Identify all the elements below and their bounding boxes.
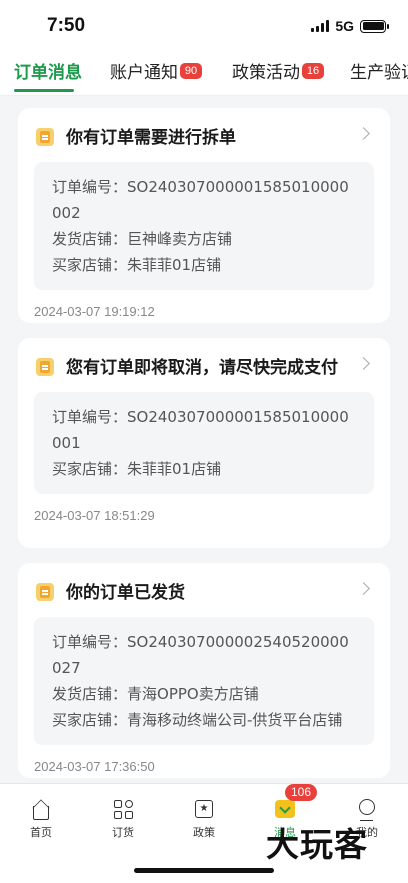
chevron-right-icon[interactable] [357, 582, 370, 595]
message-card[interactable]: 您有订单即将取消，请尽快完成支付 订单编号：SO2403070000015850… [18, 338, 390, 548]
order-number-row: 订单编号：SO240307000001585010000001 [52, 408, 349, 452]
document-icon [36, 128, 54, 146]
home-icon [30, 798, 52, 820]
buyer-store: 朱菲菲01店铺 [127, 460, 222, 478]
unread-badge: 16 [302, 62, 324, 79]
tab-production-verification[interactable]: 生产验证 [350, 58, 408, 83]
message-header: 你的订单已发货 [18, 563, 390, 605]
nav-order[interactable]: 订货 [93, 798, 153, 840]
nav-label: 首页 [30, 826, 52, 839]
buyer-store: 青海移动终端公司-供货平台店铺 [127, 711, 343, 729]
signal-icon [311, 20, 330, 32]
chevron-right-icon[interactable] [357, 127, 370, 140]
message-title: 您有订单即将取消，请尽快完成支付 [66, 358, 338, 378]
message-detail: 订单编号：SO240307000002540520000027 发货店铺：青海O… [34, 617, 374, 745]
order-number-row: 订单编号：SO240307000002540520000027 [52, 633, 349, 677]
ship-store-row: 发货店铺：巨神峰卖方店铺 [52, 230, 233, 248]
profile-icon [356, 798, 378, 821]
message-card[interactable]: 你的订单已发货 订单编号：SO240307000002540520000027 … [18, 563, 390, 778]
tab-order-messages[interactable]: 订单消息 [14, 58, 82, 83]
ship-store-row: 发货店铺：青海OPPO卖方店铺 [52, 685, 259, 703]
nav-policy[interactable]: ★ 政策 [174, 798, 234, 840]
order-number-row: 订单编号：SO240307000001585010000002 [52, 178, 349, 222]
grid-icon [112, 798, 134, 820]
message-time: 2024-03-07 19:19:12 [34, 304, 155, 319]
nav-label: 订货 [112, 826, 134, 839]
active-tab-indicator [14, 89, 74, 92]
tab-account-notices[interactable]: 账户通知 90 [110, 58, 202, 83]
message-time: 2024-03-07 17:36:50 [34, 759, 155, 774]
messages-badge: 106 [285, 784, 318, 801]
buyer-store: 朱菲菲01店铺 [127, 256, 222, 274]
document-icon [36, 583, 54, 601]
status-time: 7:50 [47, 15, 86, 36]
watermark: 大玩客 [266, 825, 368, 864]
tab-policy-activities[interactable]: 政策活动 16 [232, 58, 324, 83]
message-card[interactable]: 你有订单需要进行拆单 订单编号：SO2403070000015850100000… [18, 108, 390, 323]
buyer-store-row: 买家店铺：青海移动终端公司-供货平台店铺 [52, 711, 343, 729]
policy-icon: ★ [193, 798, 215, 820]
tab-label: 政策活动 [232, 63, 300, 83]
document-icon [36, 358, 54, 376]
buyer-store-row: 买家店铺：朱菲菲01店铺 [52, 460, 222, 478]
nav-label: 政策 [193, 826, 215, 839]
message-header: 你有订单需要进行拆单 [18, 108, 390, 150]
unread-badge: 90 [180, 62, 202, 79]
home-indicator [134, 868, 274, 873]
message-icon [274, 798, 296, 820]
message-header: 您有订单即将取消，请尽快完成支付 [18, 338, 390, 380]
message-title: 你有订单需要进行拆单 [66, 128, 236, 148]
status-indicators: 5G [311, 18, 389, 34]
ship-store: 青海OPPO卖方店铺 [127, 685, 259, 703]
nav-home[interactable]: 首页 [11, 798, 71, 840]
message-detail: 订单编号：SO240307000001585010000001 买家店铺：朱菲菲… [34, 392, 374, 494]
message-title: 你的订单已发货 [66, 583, 185, 603]
battery-icon [360, 19, 389, 33]
status-bar: 7:50 5G [0, 0, 408, 52]
buyer-store-row: 买家店铺：朱菲菲01店铺 [52, 256, 222, 274]
message-detail: 订单编号：SO240307000001585010000002 发货店铺：巨神峰… [34, 162, 374, 290]
tab-label: 账户通知 [110, 63, 178, 83]
tab-label: 生产验证 [350, 63, 408, 83]
tab-label: 订单消息 [14, 63, 82, 83]
network-type: 5G [335, 18, 354, 34]
message-time: 2024-03-07 18:51:29 [34, 508, 155, 523]
ship-store: 巨神峰卖方店铺 [127, 230, 233, 248]
chevron-right-icon[interactable] [357, 357, 370, 370]
